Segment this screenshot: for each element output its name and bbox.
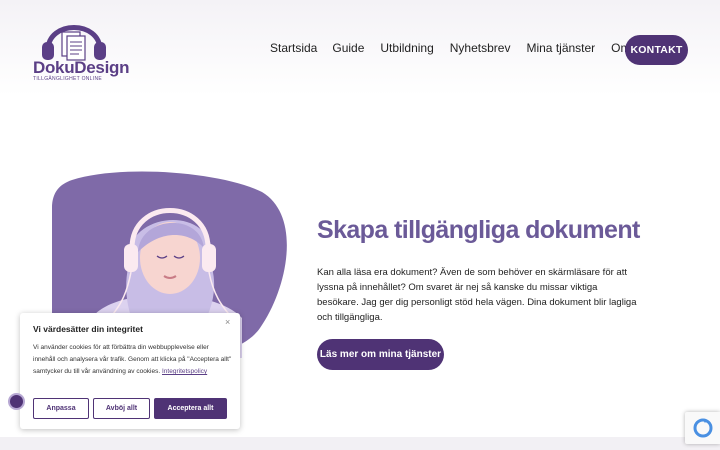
customize-button[interactable]: Anpassa [33, 398, 89, 419]
section-divider [0, 437, 720, 450]
reject-all-button[interactable]: Avböj allt [93, 398, 150, 419]
services-button[interactable]: Läs mer om mina tjänster [317, 339, 444, 370]
cookie-title: Vi värdesätter din integritet [33, 324, 143, 334]
close-icon[interactable]: × [225, 317, 230, 327]
recaptcha-logo [693, 418, 713, 438]
privacy-policy-link[interactable]: Integritetspolicy [162, 368, 207, 375]
contact-button[interactable]: KONTAKT [625, 35, 688, 65]
nav-item-mina-tjanster[interactable]: Mina tjänster [526, 41, 595, 55]
site-header: DokuDesign TILLGÄNGLIGHET ONLINE Startsi… [0, 0, 720, 96]
hero-title: Skapa tillgängliga dokument [317, 216, 640, 244]
brand-tagline: TILLGÄNGLIGHET ONLINE [33, 76, 103, 82]
nav-item-startsida[interactable]: Startsida [270, 41, 317, 55]
brand-name: DokuDesign [33, 58, 130, 77]
nav-item-guide[interactable]: Guide [332, 41, 364, 55]
nav-item-nyhetsbrev[interactable]: Nyhetsbrev [450, 41, 511, 55]
accept-all-button[interactable]: Acceptera allt [154, 398, 227, 419]
accessibility-icon[interactable] [8, 393, 25, 410]
cookie-text: Vi använder cookies för att förbättra di… [33, 342, 233, 378]
nav-item-utbildning[interactable]: Utbildning [380, 41, 433, 55]
main-nav: Startsida Guide Utbildning Nyhetsbrev Mi… [270, 41, 669, 55]
cookie-banner: Vi värdesätter din integritet × Vi använ… [20, 313, 240, 429]
recaptcha-icon[interactable] [685, 412, 720, 444]
hero-text: Kan alla läsa era dokument? Även de som … [317, 267, 637, 323]
